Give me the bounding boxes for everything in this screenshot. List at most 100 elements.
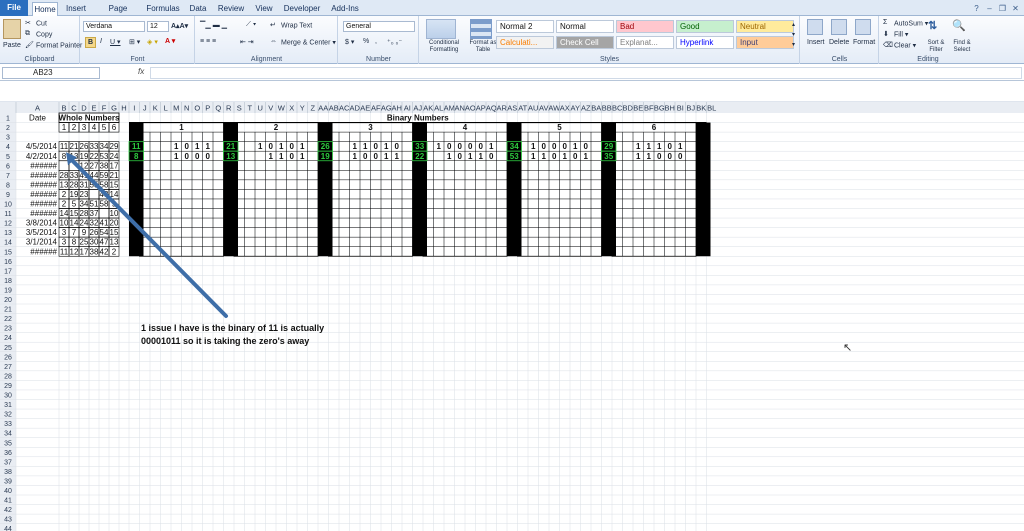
binary-marker-value: 26 <box>321 142 330 151</box>
binary-bit: 1 <box>300 142 305 151</box>
fill-button[interactable]: ⬇ Fill ▾ <box>883 30 908 39</box>
grow-font-icon[interactable]: A▴A▾ <box>171 22 188 30</box>
row-header-20: 20 <box>4 297 12 304</box>
format-cells-icon[interactable] <box>855 19 871 35</box>
tab-formulas[interactable]: Formulas <box>146 2 180 16</box>
tab-home[interactable]: Home <box>32 2 58 17</box>
decimal-icon[interactable]: ⁺₀ ₀⁻ <box>387 38 402 46</box>
binoculars-icon[interactable]: 🔍 <box>952 19 966 32</box>
tab-developer[interactable]: Developer <box>282 2 322 16</box>
help-icon[interactable]: ? <box>972 4 981 13</box>
name-box[interactable]: AB23 <box>2 67 100 79</box>
style-check-cell[interactable]: Check Cell <box>556 36 614 49</box>
tab-data[interactable]: Data <box>186 2 210 16</box>
tab-file[interactable]: File <box>0 0 28 16</box>
conditional-format-icon[interactable] <box>426 19 456 39</box>
close-icon[interactable]: ✕ <box>1011 4 1020 13</box>
editing-group: Σ AutoSum ▾ ⬇ Fill ▾ ⌫Clear ▾ ⇅ Sort & Fil… <box>880 16 976 64</box>
binary-marker-value: 13 <box>226 152 235 161</box>
minimize-icon[interactable]: – <box>985 4 994 13</box>
scissors-icon: ✂ <box>25 20 31 27</box>
style-good[interactable]: Good <box>676 20 734 33</box>
style-calculation[interactable]: Calculati... <box>496 36 554 49</box>
whole-number-value: 21 <box>70 142 79 151</box>
cut-button[interactable]: ✂ Cut <box>25 19 47 28</box>
copy-button[interactable]: ⧉ Copy <box>25 30 52 39</box>
comma-button[interactable]: , <box>375 38 377 45</box>
tab-review[interactable]: Review <box>216 2 246 16</box>
column-header-v: V <box>268 104 273 113</box>
percent-button[interactable]: % <box>363 38 369 45</box>
restore-icon[interactable]: ❐ <box>998 4 1007 13</box>
currency-label: $ <box>345 39 349 46</box>
font-size-select[interactable]: 12 <box>147 21 169 32</box>
clear-button[interactable]: ⌫Clear ▾ <box>883 41 916 50</box>
conditional-format-button[interactable]: Conditional Formatting <box>422 40 466 54</box>
worksheet-grid[interactable]: A B C D E F G H I J K L M N O P Q R S T U V W X Y Z AA AB AC AD AE AF AG… <box>0 102 1024 531</box>
copy-label: Copy <box>36 31 53 39</box>
style-bad[interactable]: Bad <box>616 20 674 33</box>
whole-number-value: 23 <box>80 190 89 199</box>
merge-center-button[interactable]: ⇔ Merge & Center ▾ <box>270 38 336 47</box>
column-header-bl: BL <box>707 104 716 113</box>
tab-add-ins[interactable]: Add-Ins <box>328 2 362 16</box>
delete-cells-button[interactable]: Delete <box>829 39 849 46</box>
insert-cells-button[interactable]: Insert <box>807 39 825 46</box>
bold-button[interactable]: B <box>85 37 96 48</box>
autosum-button[interactable]: Σ AutoSum ▾ <box>883 19 928 28</box>
binary-bit: 1 <box>647 142 652 151</box>
paste-icon[interactable] <box>3 19 21 39</box>
styles-group: Conditional Formatting Format as Table N… <box>420 16 800 64</box>
indent-icon[interactable]: ⇤ ⇥ <box>240 38 254 46</box>
borders-icon[interactable]: ⊞ ▾ <box>129 38 140 46</box>
format-table-icon[interactable] <box>470 19 492 39</box>
mouse-cursor-icon: ↖ <box>843 342 853 354</box>
column-header-g: G <box>111 104 117 113</box>
row-header-12: 12 <box>4 221 12 228</box>
paste-button[interactable]: Paste <box>3 42 21 49</box>
orientation-icon[interactable]: ⟋ ▾ <box>246 21 256 29</box>
style-input[interactable]: Input <box>736 36 794 49</box>
formula-input[interactable] <box>150 67 1022 79</box>
column-header-n: N <box>184 104 189 113</box>
sort-filter-icon[interactable]: ⇅ <box>928 19 937 32</box>
currency-button[interactable]: $ ▾ <box>345 38 354 46</box>
tab-page-layout[interactable]: Page Layout <box>96 2 140 26</box>
tab-view[interactable]: View <box>252 2 276 16</box>
tab-insert[interactable]: Insert <box>62 2 90 16</box>
delete-cells-icon[interactable] <box>831 19 847 35</box>
format-painter-button[interactable]: 🖌 Format Painter <box>25 41 82 50</box>
italic-button[interactable]: I <box>100 38 102 45</box>
sheet-canvas[interactable]: A B C D E F G H I J K L M N O P Q R S T U V W X Y Z AA AB AC AD AE AF AG… <box>0 102 1024 531</box>
style-normal-2[interactable]: Normal 2 <box>496 20 554 33</box>
row-header-2: 2 <box>6 125 10 132</box>
style-explanatory[interactable]: Explanat... <box>616 36 674 49</box>
style-neutral[interactable]: Neutral <box>736 20 794 33</box>
font-color-icon[interactable]: A ▾ <box>165 37 175 45</box>
wrap-text-button[interactable]: ↵ Wrap Text <box>270 21 312 30</box>
date-cell: ###### <box>30 247 57 256</box>
whole-number-value: 26 <box>90 228 99 237</box>
underline-button[interactable]: U ▾ <box>110 38 121 46</box>
number-format-select[interactable]: General <box>343 21 415 32</box>
format-table-button[interactable]: Format as Table <box>466 40 500 54</box>
insert-cells-icon[interactable] <box>807 19 823 35</box>
binary-bit: 1 <box>647 152 652 161</box>
format-cells-button[interactable]: Format <box>853 39 875 46</box>
align-top-icon[interactable]: ▔▁ ▬ ▁ <box>200 21 227 29</box>
date-cell: 3/8/2014 <box>26 219 58 228</box>
whole-number-value: 11 <box>60 142 69 151</box>
fill-color-icon[interactable]: ◈ ▾ <box>147 38 158 46</box>
align-left-icon[interactable]: ≡ ≡ ≡ <box>200 38 216 45</box>
styles-scroll-icon[interactable]: ▴ ▾ ▾ <box>792 20 795 50</box>
style-normal[interactable]: Normal <box>556 20 614 33</box>
binary-bit: 1 <box>384 142 389 151</box>
font-name-select[interactable]: Verdana <box>83 21 145 32</box>
column-header-d: D <box>81 104 87 113</box>
fx-icon[interactable]: fx <box>138 67 144 76</box>
whole-number-value: 13 <box>110 238 119 247</box>
style-hyperlink[interactable]: Hyperlink <box>676 36 734 49</box>
sort-filter-button[interactable]: Sort & Filter <box>922 40 950 54</box>
whole-number-value: 31 <box>80 180 89 189</box>
find-select-button[interactable]: Find & Select <box>948 40 976 54</box>
